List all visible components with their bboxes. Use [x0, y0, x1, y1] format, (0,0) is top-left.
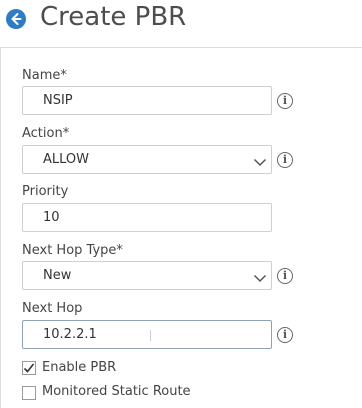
form-panel: Name* NSIP i Action* ALLOW i Priority 10… [0, 47, 362, 408]
text-cursor [150, 330, 151, 341]
next-hop-type-label: Next Hop Type* [22, 243, 123, 258]
monitored-static-route-checkbox[interactable] [22, 386, 36, 400]
next-hop-type-select-value: New [43, 268, 72, 283]
chevron-down-icon [253, 152, 267, 179]
info-icon[interactable]: i [277, 152, 293, 168]
name-input-value: NSIP [43, 93, 73, 108]
priority-input[interactable]: 10 [22, 203, 272, 232]
action-select-value: ALLOW [43, 152, 90, 167]
priority-input-value: 10 [43, 210, 60, 225]
back-arrow-icon[interactable] [6, 9, 26, 29]
name-label: Name* [22, 68, 67, 83]
monitored-static-route-label: Monitored Static Route [42, 384, 191, 399]
enable-pbr-label: Enable PBR [42, 360, 117, 375]
chevron-down-icon [253, 268, 267, 295]
priority-label: Priority [22, 184, 69, 199]
action-label: Action* [22, 126, 70, 141]
next-hop-input-value: 10.2.2.1 [43, 327, 97, 342]
info-icon[interactable]: i [277, 327, 293, 343]
page-header: Create PBR [0, 0, 362, 40]
info-icon[interactable]: i [277, 93, 293, 109]
next-hop-label: Next Hop [22, 301, 83, 316]
info-icon[interactable]: i [277, 268, 293, 284]
next-hop-type-select[interactable]: New [22, 261, 272, 290]
next-hop-input[interactable]: 10.2.2.1 [22, 320, 272, 349]
check-icon [23, 363, 35, 373]
enable-pbr-checkbox[interactable] [22, 361, 36, 375]
page-title: Create PBR [40, 2, 187, 32]
action-select[interactable]: ALLOW [22, 145, 272, 174]
name-input[interactable]: NSIP [22, 86, 272, 115]
